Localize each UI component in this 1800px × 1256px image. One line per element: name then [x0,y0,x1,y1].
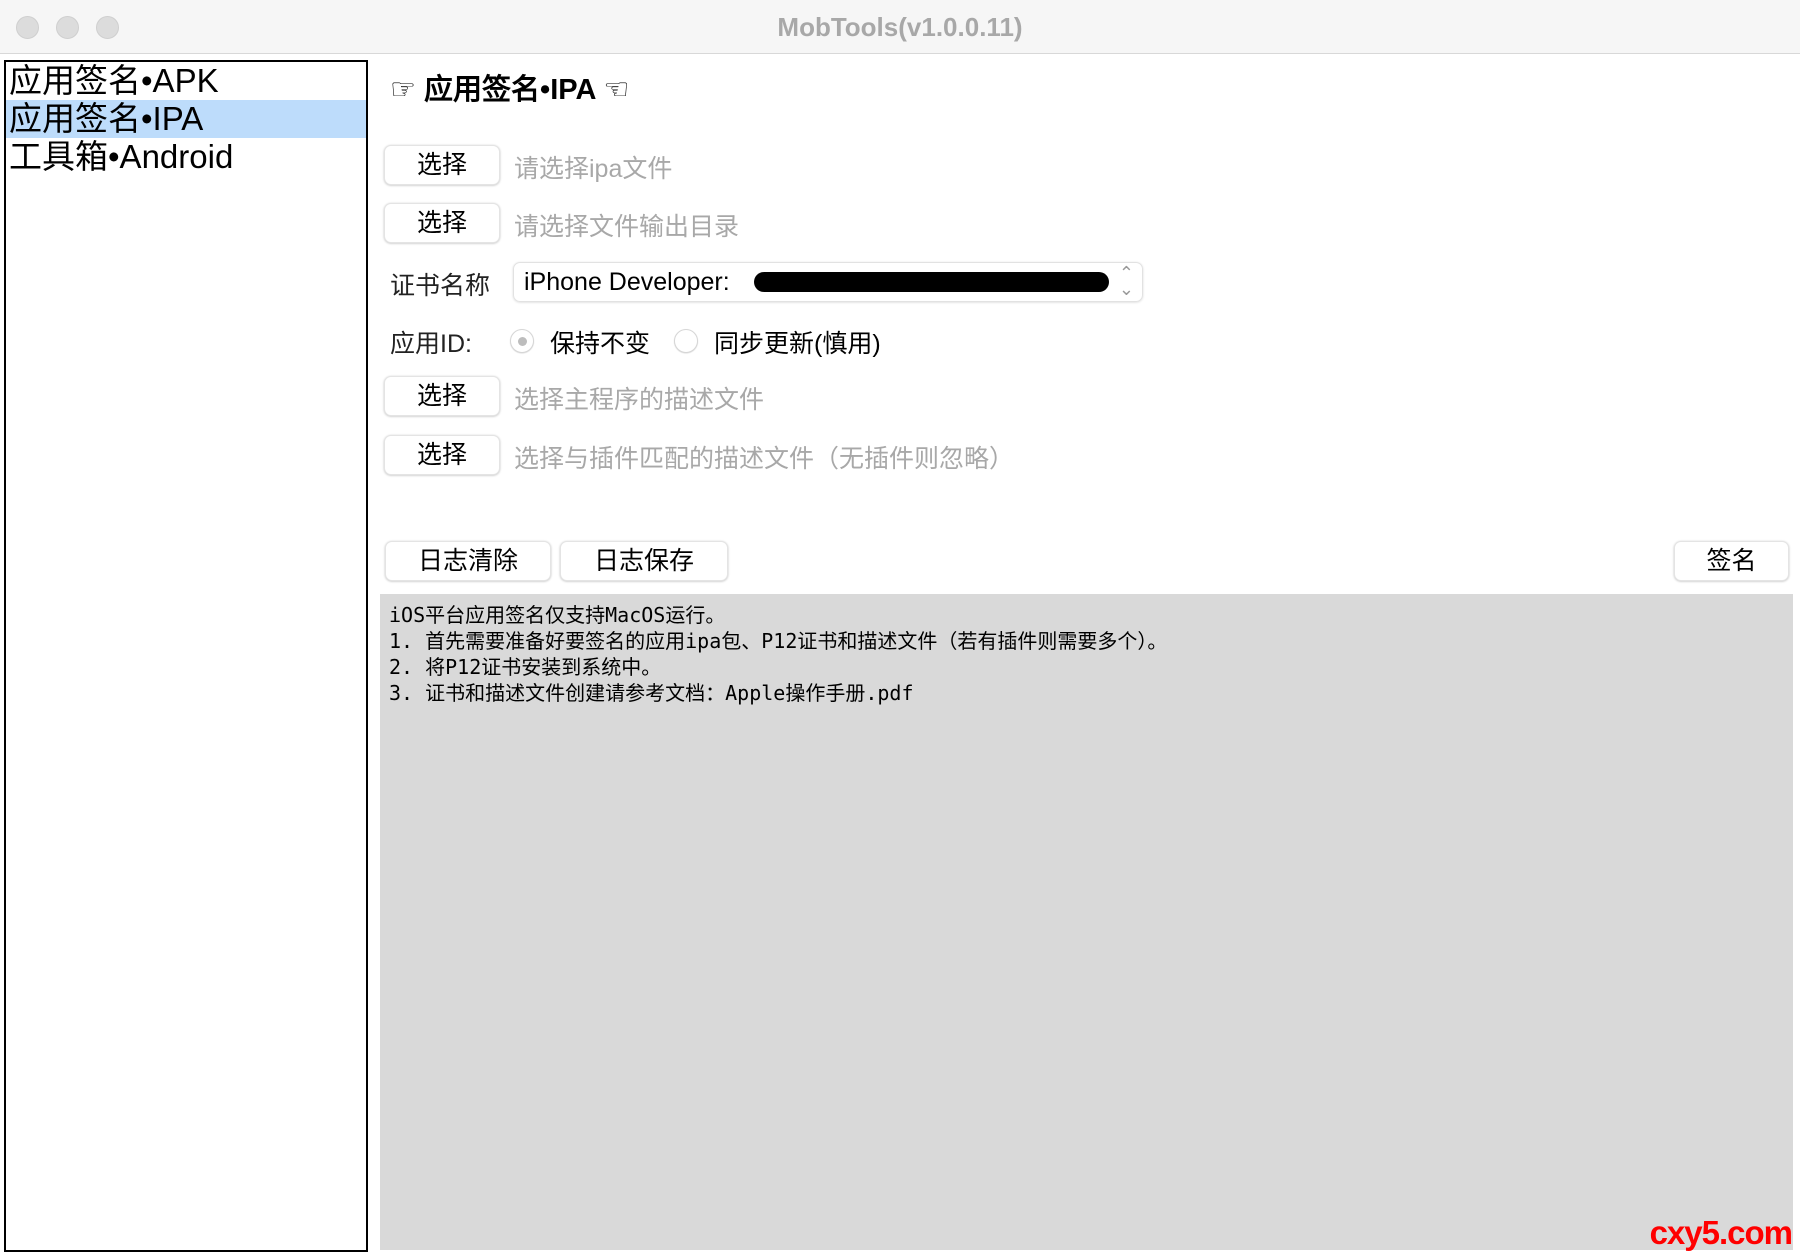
radio-keep-label[interactable]: 保持不变 [550,324,650,360]
select-profile-button[interactable]: 选择 [384,376,500,416]
clear-log-button[interactable]: 日志清除 [385,541,551,581]
sidebar-list[interactable]: 应用签名•APK 应用签名•IPA 工具箱•Android [4,60,368,1252]
log-line: 1. 首先需要准备好要签名的应用ipa包、P12证书和描述文件（若有插件则需要多… [389,629,1168,653]
plugin-profile-field[interactable]: 选择与插件匹配的描述文件（无插件则忽略） [514,439,1014,475]
radio-sync[interactable] [674,329,698,353]
window-title: MobTools(v1.0.0.11) [777,12,1023,42]
ipa-path-field[interactable]: 请选择ipa文件 [514,149,672,185]
output-dir-field[interactable]: 请选择文件输出目录 [514,207,739,243]
log-line: iOS平台应用签名仅支持MacOS运行。 [389,603,726,627]
sidebar-item-ipa-sign[interactable]: 应用签名•IPA [6,100,366,138]
sidebar-item-android-toolbox[interactable]: 工具箱•Android [6,138,366,176]
cert-label: 证书名称 [390,272,491,300]
radio-keep[interactable] [510,329,534,353]
log-line: 2. 将P12证书安装到系统中。 [389,655,662,679]
select-ipa-button[interactable]: 选择 [384,145,500,185]
sign-button[interactable]: 签名 [1674,541,1789,581]
radio-sync-label[interactable]: 同步更新(慎用) [714,324,881,360]
log-output[interactable]: iOS平台应用签名仅支持MacOS运行。 1. 首先需要准备好要签名的应用ipa包… [380,594,1793,1250]
watermark: cxy5.com [1649,1214,1793,1251]
page-title: ☞ 应用签名•IPA ☜ [390,74,630,106]
profile-field[interactable]: 选择主程序的描述文件 [514,380,764,416]
app-id-label: 应用ID: [390,330,472,358]
chevron-up-down-icon: ⌃ ⌄ [1118,263,1134,299]
redacted-mark [754,272,1109,292]
log-line: 3. 证书和描述文件创建请参考文档：Apple操作手册.pdf [389,681,914,705]
select-output-button[interactable]: 选择 [384,203,500,243]
cert-select[interactable]: iPhone Developer: ⌃ ⌄ [513,262,1143,302]
select-plugin-profile-button[interactable]: 选择 [384,435,500,475]
title-bar: MobTools(v1.0.0.11) [0,0,1800,54]
save-log-button[interactable]: 日志保存 [560,541,728,581]
sidebar-item-apk-sign[interactable]: 应用签名•APK [6,62,366,100]
cert-value: iPhone Developer: [524,268,730,296]
